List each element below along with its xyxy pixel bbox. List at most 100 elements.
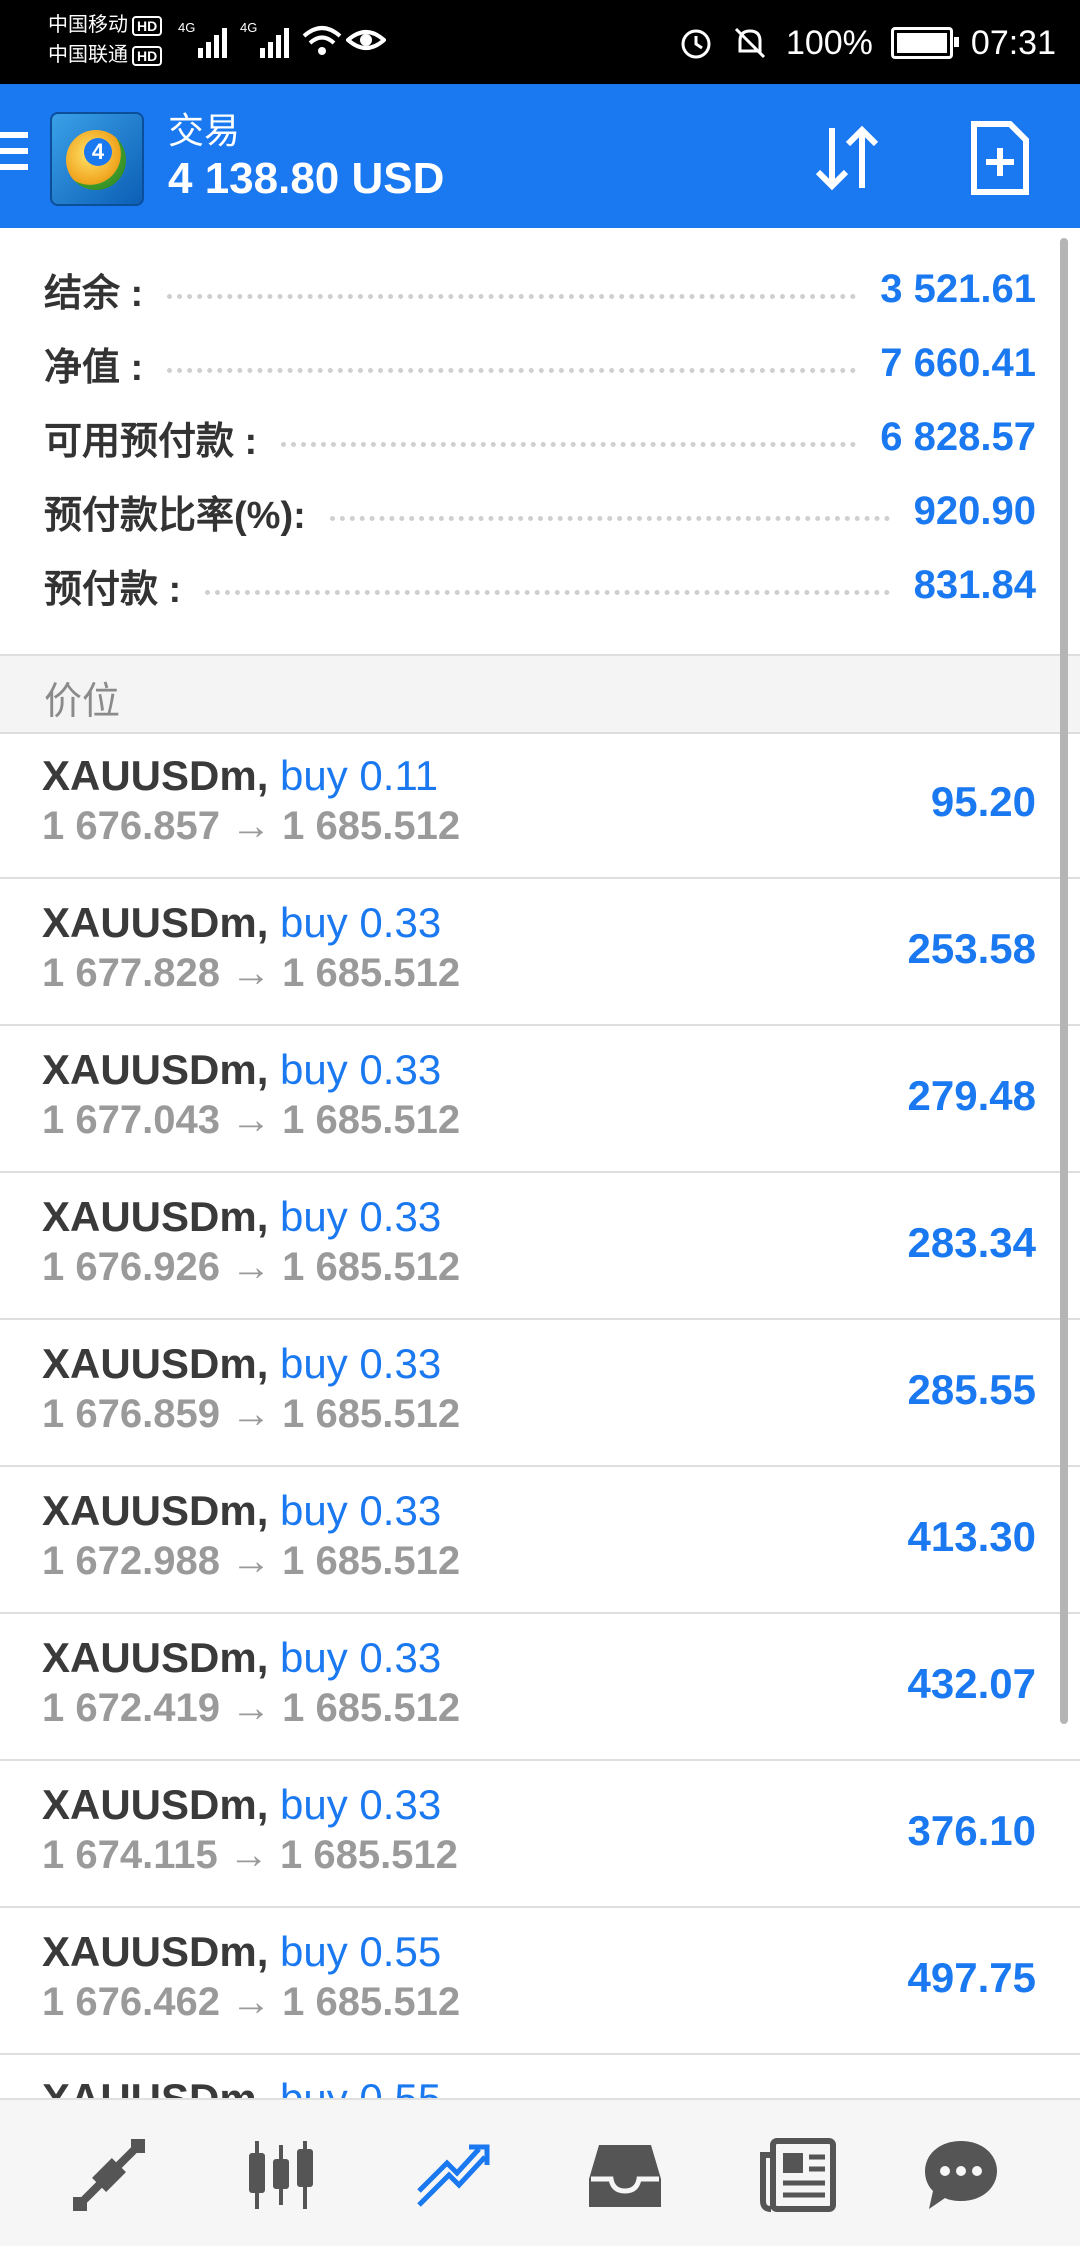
position-row[interactable]: XAUUSDm, buy 0.33 1 674.115 → 1 685.512 …: [0, 1761, 1080, 1908]
page-title: 交易: [168, 110, 241, 151]
position-symbol: XAUUSDm,: [42, 752, 269, 799]
position-profit: 413.30: [907, 1513, 1036, 1560]
position-symbol: XAUUSDm,: [42, 1487, 269, 1534]
position-row[interactable]: XAUUSDm, buy 0.33 1 677.828 → 1 685.512 …: [0, 879, 1080, 1026]
summary-label: 预付款比率(%):: [44, 494, 306, 537]
app-logo[interactable]: 4: [50, 112, 144, 206]
alarm-icon: [681, 29, 711, 59]
position-price: 1 672.988 → 1 685.512: [42, 1539, 461, 1583]
position-price: 1 676.462 → 1 685.512: [42, 1980, 461, 2024]
position-symbol: XAUUSDm,: [42, 899, 269, 946]
summary-value: 6 828.57: [880, 414, 1036, 459]
position-profit: 279.48: [907, 1072, 1036, 1119]
position-side: buy 0.33: [280, 1781, 442, 1828]
section-title: 价位: [44, 681, 121, 723]
position-row[interactable]: XAUUSDm, buy 0.33 1 672.988 → 1 685.512 …: [0, 1467, 1080, 1614]
position-symbol: XAUUSDm,: [42, 1781, 269, 1828]
summary-row-equity: 净值 : 7 660.41: [44, 326, 1036, 400]
summary-label: 预付款 :: [44, 568, 182, 611]
nav-chart[interactable]: [236, 2130, 326, 2220]
header-balance: 4 138.80 USD: [168, 154, 445, 203]
summary-label: 可用预付款 :: [44, 420, 258, 463]
position-symbol: XAUUSDm,: [42, 1046, 269, 1093]
position-profit: 376.10: [907, 1807, 1036, 1854]
section-header: 价位: [0, 654, 1080, 734]
summary-value: 920.90: [913, 488, 1036, 533]
position-side: buy 0.33: [280, 1340, 442, 1387]
wifi-icon: [302, 26, 342, 55]
carrier-2: 中国联通: [48, 44, 128, 66]
nav-quotes[interactable]: [64, 2130, 154, 2220]
clock: 07:31: [970, 23, 1056, 62]
network-type: 4G: [178, 20, 195, 35]
bottom-nav: [0, 2098, 1080, 2246]
hd-badge-1: HD: [132, 15, 163, 36]
position-row[interactable]: XAUUSDm, buy 0.11 1 676.857 → 1 685.512 …: [0, 732, 1080, 879]
summary-label: 净值 :: [44, 346, 144, 389]
history-icon: [589, 2145, 661, 2207]
scrollbar[interactable]: [1060, 238, 1068, 1724]
summary-row-balance: 结余 : 3 521.61: [44, 252, 1036, 326]
position-price: 1 676.859 → 1 685.512: [42, 1392, 461, 1436]
menu-icon[interactable]: [0, 132, 28, 180]
signal-icon: 4G: [178, 20, 227, 58]
position-side: buy 0.33: [280, 1193, 442, 1240]
news-icon: [760, 2138, 836, 2212]
quotes-icon: [73, 2139, 145, 2211]
nav-trade[interactable]: [408, 2130, 498, 2220]
position-price: 1 677.043 → 1 685.512: [42, 1098, 461, 1142]
position-symbol: XAUUSDm,: [42, 1340, 269, 1387]
sort-icon[interactable]: [808, 120, 884, 196]
nav-chat[interactable]: [916, 2130, 1006, 2220]
position-row[interactable]: XAUUSDm, buy 0.55 1 676.462 → 1 685.512 …: [0, 1908, 1080, 2055]
position-row[interactable]: XAUUSDm, buy 0.33 1 676.859 → 1 685.512 …: [0, 1320, 1080, 1467]
position-profit: 285.55: [907, 1366, 1036, 1413]
position-row[interactable]: XAUUSDm, buy 0.33 1 676.926 → 1 685.512 …: [0, 1173, 1080, 1320]
hd-badge-2: HD: [132, 45, 163, 66]
battery-icon: [890, 27, 959, 59]
summary-row-free-margin: 可用预付款 : 6 828.57: [44, 400, 1036, 474]
position-side: buy 0.33: [280, 1046, 442, 1093]
summary-label: 结余 :: [44, 272, 144, 315]
trade-icon: [417, 2144, 490, 2207]
position-profit: 283.34: [907, 1219, 1036, 1266]
carrier-1: 中国移动: [48, 14, 128, 36]
position-symbol: XAUUSDm,: [42, 1928, 269, 1975]
summary-value: 3 521.61: [880, 266, 1036, 311]
summary-value: 7 660.41: [880, 340, 1036, 385]
position-price: 1 672.419 → 1 685.512: [42, 1686, 461, 1730]
summary-value: 831.84: [913, 562, 1036, 607]
status-right: 100% 07:31: [678, 18, 1056, 68]
status-bar: 中国移动 HD 中国联通 HD 4G 4G 100% 07:31: [0, 0, 1080, 84]
position-profit: 497.75: [907, 1954, 1036, 2001]
position-side: buy 0.33: [280, 899, 442, 946]
position-price: 1 677.828 → 1 685.512: [42, 951, 461, 995]
chart-icon: [249, 2141, 313, 2209]
position-side: buy 0.55: [280, 1928, 442, 1975]
position-symbol: XAUUSDm,: [42, 1193, 269, 1240]
new-order-icon[interactable]: [968, 120, 1032, 196]
network-type-2: 4G: [240, 20, 257, 35]
summary-row-margin: 预付款 : 831.84: [44, 548, 1036, 622]
position-symbol: XAUUSDm,: [42, 1634, 269, 1681]
position-price: 1 676.857 → 1 685.512: [42, 804, 461, 848]
carrier-info: 中国移动 HD 中国联通 HD: [48, 10, 163, 70]
position-side: buy 0.33: [280, 1634, 442, 1681]
nav-news[interactable]: [752, 2130, 842, 2220]
chat-icon: [925, 2141, 997, 2209]
summary-row-margin-level: 预付款比率(%): 920.90: [44, 474, 1036, 548]
position-profit: 432.07: [907, 1660, 1036, 1707]
mute-bell-icon: [734, 27, 765, 59]
account-summary: 结余 : 3 521.61 净值 : 7 660.41 可用预付款 : 6 828.5…: [0, 228, 1080, 654]
eye-icon: [346, 30, 386, 50]
position-profit: 253.58: [907, 925, 1036, 972]
position-side: buy 0.11: [280, 752, 439, 799]
position-row[interactable]: XAUUSDm, buy 0.33 1 677.043 → 1 685.512 …: [0, 1026, 1080, 1173]
app-bar: 4 交易 4 138.80 USD: [0, 84, 1080, 228]
signal-icon-2: 4G: [240, 20, 289, 58]
position-price: 1 674.115 → 1 685.512: [42, 1833, 458, 1877]
position-price: 1 676.926 → 1 685.512: [42, 1245, 461, 1289]
nav-history[interactable]: [580, 2130, 670, 2220]
position-side: buy 0.33: [280, 1487, 442, 1534]
position-row[interactable]: XAUUSDm, buy 0.33 1 672.419 → 1 685.512 …: [0, 1614, 1080, 1761]
